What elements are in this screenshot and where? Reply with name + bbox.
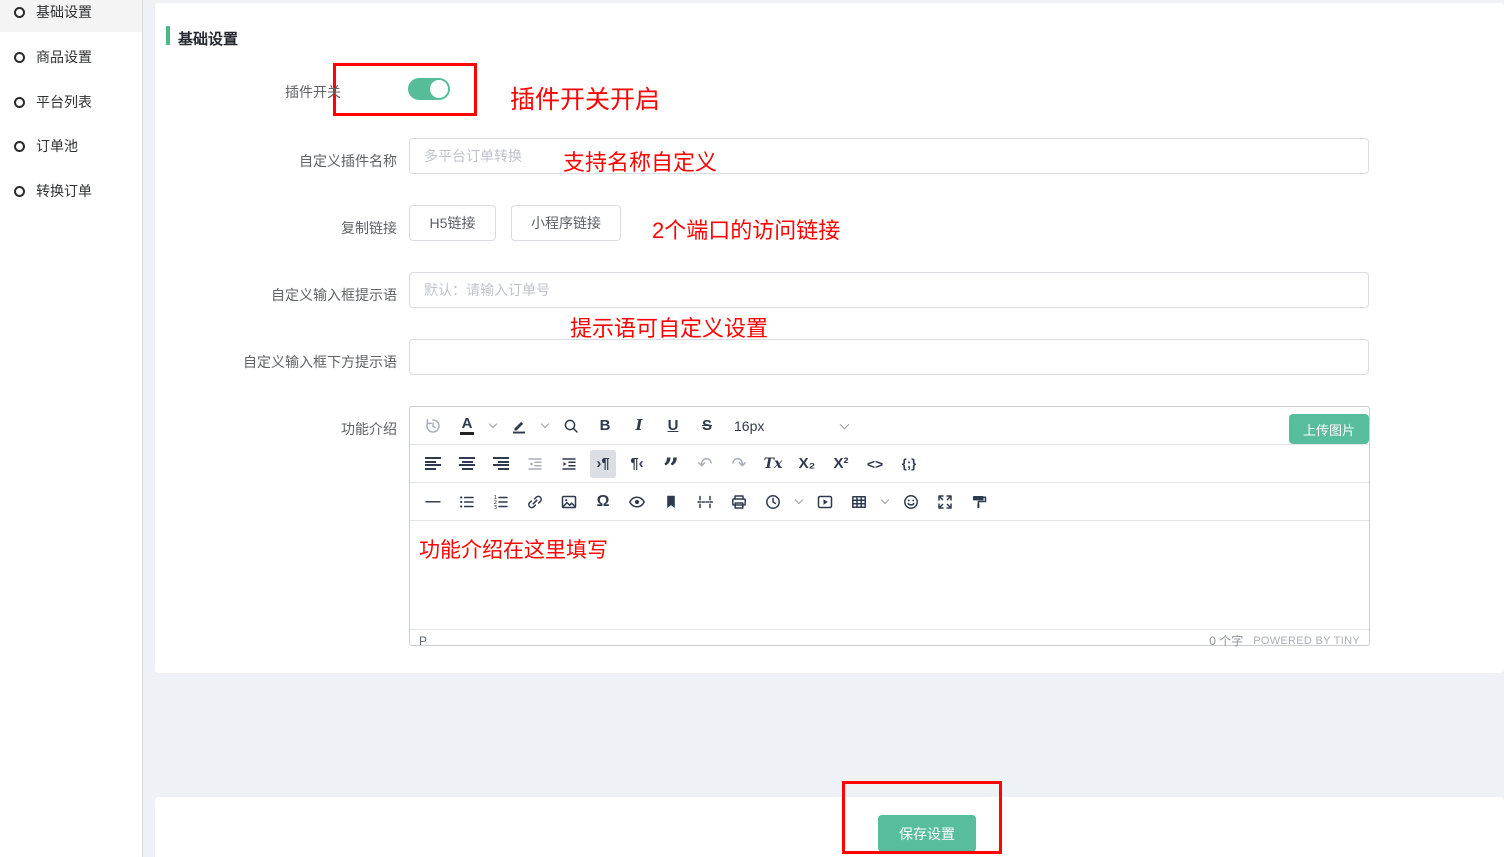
rtl-direction-icon[interactable]: ¶‹ (624, 450, 650, 478)
mini-program-link-button[interactable]: 小程序链接 (511, 205, 621, 241)
plugin-switch-label: 插件开关 (99, 82, 341, 102)
align-right-icon[interactable] (488, 450, 514, 478)
input-sub-hint-label: 自定义输入框下方提示语 (155, 352, 397, 372)
copy-link-label: 复制链接 (155, 218, 397, 238)
upload-image-button[interactable]: 上传图片 (1289, 414, 1369, 444)
image-icon[interactable] (556, 488, 582, 516)
superscript-icon[interactable]: X² (828, 450, 854, 478)
link-icon[interactable] (522, 488, 548, 516)
blockquote-icon[interactable]: ” (658, 450, 684, 478)
radio-circle-icon (14, 141, 25, 152)
save-footer-bar: 保存设置 (155, 797, 1504, 857)
code-block-icon[interactable]: {;} (896, 450, 922, 478)
svg-text:3: 3 (494, 505, 498, 511)
insert-time-icon[interactable] (760, 488, 786, 516)
rich-text-editor: A B I U S 16px 上传图片 (409, 406, 1370, 646)
page-title: 基础设置 (178, 28, 238, 49)
annotation-plugin-switch: 插件开关开启 (510, 80, 660, 116)
restore-history-icon[interactable] (420, 412, 446, 440)
sidebar-item-label: 平台列表 (36, 92, 92, 112)
numbered-list-icon[interactable]: 123 (488, 488, 514, 516)
outdent-icon[interactable] (522, 450, 548, 478)
save-settings-button[interactable]: 保存设置 (878, 815, 976, 852)
powered-by-tiny[interactable]: POWERED BY TINY (1253, 635, 1360, 647)
plugin-name-label: 自定义插件名称 (155, 151, 397, 171)
sidebar-item-convert-order[interactable]: 转换订单 (0, 171, 142, 211)
inline-code-icon[interactable]: <> (862, 450, 888, 478)
sidebar-item-label: 订单池 (36, 136, 78, 156)
annotation-rect-plugin-switch (333, 63, 477, 116)
editor-toolbar-row-2: ›¶ ¶‹ ” ↶ ↷ Tx X₂ X² <> {;} (410, 445, 1369, 483)
bookmark-icon[interactable] (658, 488, 684, 516)
chevron-down-icon[interactable] (489, 420, 497, 428)
highlight-button[interactable] (506, 412, 532, 440)
page-break-icon[interactable] (692, 488, 718, 516)
font-size-value: 16px (734, 418, 764, 434)
toggle-thumb-icon (430, 80, 448, 98)
annotation-plugin-name: 支持名称自定义 (563, 145, 717, 177)
plugin-switch-toggle[interactable] (408, 78, 450, 100)
element-path[interactable]: P (419, 634, 427, 648)
format-paint-icon[interactable] (966, 488, 992, 516)
input-hint-label: 自定义输入框提示语 (155, 285, 397, 305)
annotation-copy-link: 2个端口的访问链接 (652, 213, 840, 245)
bullet-list-icon[interactable] (454, 488, 480, 516)
media-icon[interactable] (812, 488, 838, 516)
chevron-down-icon[interactable] (795, 496, 803, 504)
font-color-icon: A (460, 416, 475, 435)
editor-content-area[interactable]: 功能介绍在这里填写 (410, 521, 1369, 629)
radio-circle-icon (14, 186, 25, 197)
sidebar-item-order-pool[interactable]: 订单池 (0, 126, 142, 166)
sidebar-item-label: 基础设置 (36, 2, 92, 22)
app-root: 基础设置 商品设置 平台列表 订单池 转换订单 基础设置 插件开关 插件开关开启 (0, 0, 1504, 857)
font-size-select[interactable]: 16px (728, 412, 860, 440)
annotation-feature-intro: 功能介绍在这里填写 (419, 534, 608, 564)
redo-icon[interactable]: ↷ (726, 450, 752, 478)
title-accent-bar (166, 26, 170, 45)
align-left-icon[interactable] (420, 450, 446, 478)
word-count: 0 个字 (1209, 632, 1243, 649)
bold-icon[interactable]: B (592, 412, 618, 440)
chevron-down-icon (840, 419, 850, 429)
h5-link-button[interactable]: H5链接 (409, 205, 496, 241)
chevron-down-icon[interactable] (881, 496, 889, 504)
underline-icon[interactable]: U (660, 412, 686, 440)
align-center-icon[interactable] (454, 450, 480, 478)
special-character-icon[interactable]: Ω (590, 488, 616, 516)
strikethrough-icon[interactable]: S (694, 412, 720, 440)
fullscreen-icon[interactable] (932, 488, 958, 516)
editor-toolbar-row-3: — 123 Ω (410, 483, 1369, 521)
settings-card: 基础设置 插件开关 插件开关开启 自定义插件名称 支持名称自定义 复制链接 H5… (155, 3, 1504, 673)
sidebar-item-basic-settings[interactable]: 基础设置 (0, 0, 142, 32)
feature-intro-label: 功能介绍 (155, 419, 397, 439)
plugin-name-input[interactable] (409, 138, 1369, 174)
print-icon[interactable] (726, 488, 752, 516)
table-icon[interactable] (846, 488, 872, 516)
emoji-icon[interactable] (898, 488, 924, 516)
font-color-button[interactable]: A (454, 412, 480, 440)
chevron-down-icon[interactable] (541, 420, 549, 428)
sidebar-item-label: 转换订单 (36, 181, 92, 201)
editor-toolbar-row-1: A B I U S 16px 上传图片 (410, 407, 1369, 445)
horizontal-rule-icon[interactable]: — (420, 488, 446, 516)
italic-icon[interactable]: I (626, 412, 652, 440)
preview-icon[interactable] (624, 488, 650, 516)
input-sub-hint-input[interactable] (409, 339, 1369, 375)
input-hint-input[interactable] (409, 272, 1369, 308)
sidebar: 基础设置 商品设置 平台列表 订单池 转换订单 (0, 0, 143, 857)
clear-format-icon[interactable]: Tx (760, 450, 786, 478)
subscript-icon[interactable]: X₂ (794, 450, 820, 478)
search-icon[interactable] (558, 412, 584, 440)
sidebar-item-label: 商品设置 (36, 47, 92, 67)
radio-circle-icon (14, 97, 25, 108)
undo-icon[interactable]: ↶ (692, 450, 718, 478)
sidebar-item-product-settings[interactable]: 商品设置 (0, 37, 142, 77)
editor-status-bar: P 0 个字 POWERED BY TINY (410, 629, 1369, 651)
radio-circle-icon (14, 52, 25, 63)
indent-icon[interactable] (556, 450, 582, 478)
ltr-direction-icon[interactable]: ›¶ (590, 450, 616, 478)
radio-circle-icon (14, 7, 25, 18)
